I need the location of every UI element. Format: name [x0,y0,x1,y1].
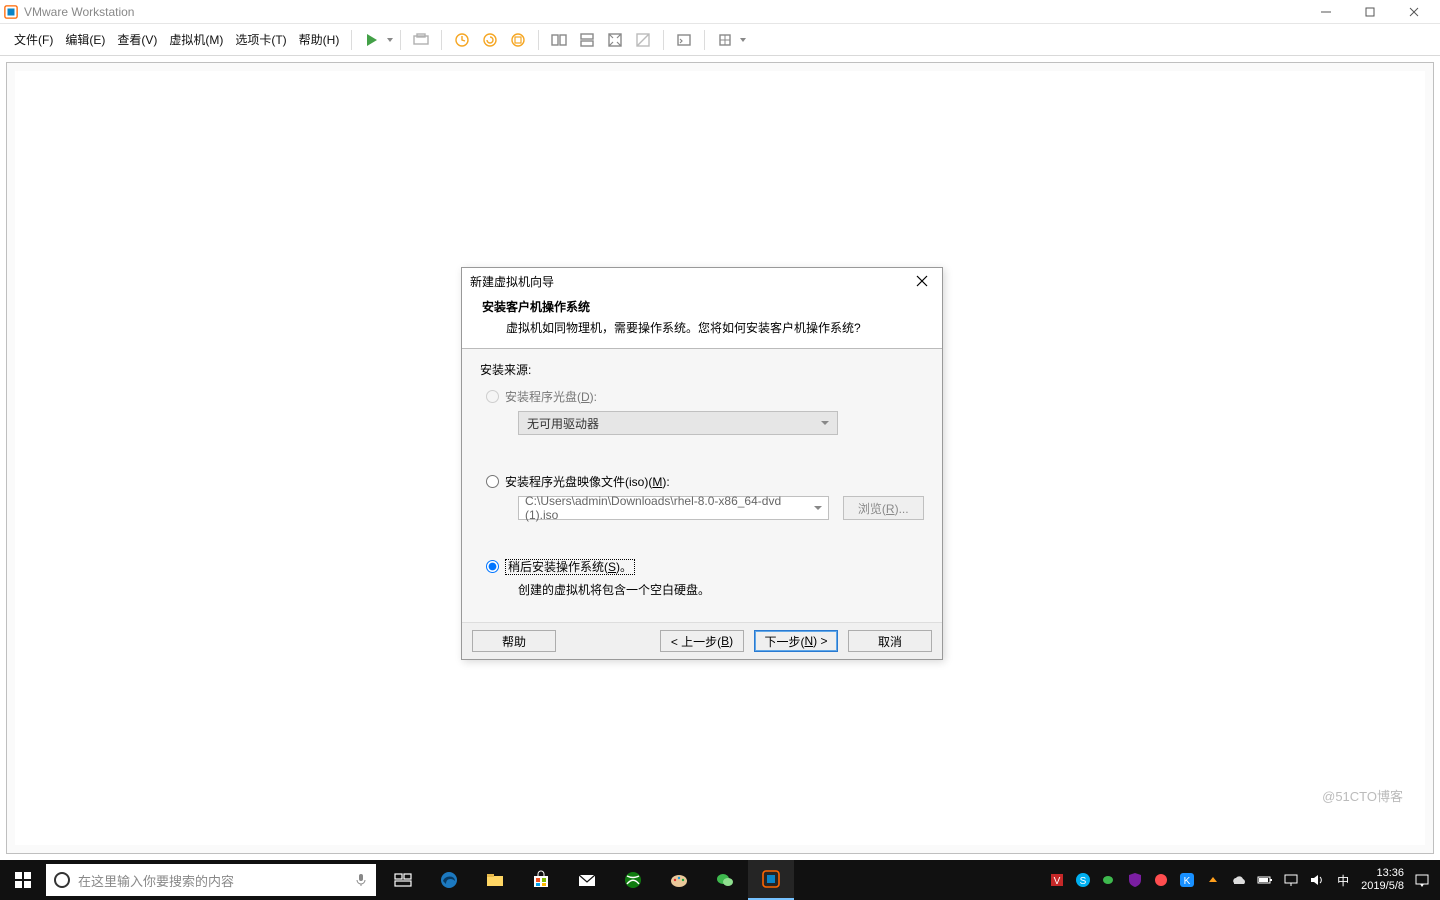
iso-path-combobox[interactable]: C:\Users\admin\Downloads\rhel-8.0-x86_64… [518,496,829,520]
taskbar-xbox[interactable] [610,860,656,900]
app-title: VMware Workstation [24,5,134,19]
install-source-label: 安装来源: [480,361,924,378]
taskbar-search-placeholder: 在这里输入你要搜索的内容 [78,871,354,890]
microphone-icon[interactable] [354,873,368,887]
option-install-later-label: 稍后安装操作系统(S)。 [505,558,635,575]
menu-file[interactable]: 文件(F) [8,31,59,48]
taskbar-wechat[interactable] [702,860,748,900]
task-view-button[interactable] [380,860,426,900]
option-install-later[interactable]: 稍后安装操作系统(S)。 [486,558,924,575]
taskbar-file-explorer[interactable] [472,860,518,900]
radio-iso-image[interactable] [486,475,499,488]
dialog-title: 新建虚拟机向导 [470,273,554,290]
back-button[interactable]: < 上一步(B) [660,630,744,652]
new-vm-wizard-dialog: 新建虚拟机向导 安装客户机操作系统 虚拟机如同物理机，需要操作系统。您将如何安装… [461,267,943,660]
menu-help[interactable]: 帮助(H) [293,31,346,48]
dialog-header: 安装客户机操作系统 虚拟机如同物理机，需要操作系统。您将如何安装客户机操作系统? [462,294,942,349]
tray-security-icon[interactable] [1127,872,1143,888]
windows-logo-icon [15,872,31,888]
browse-button: 浏览(R)... [843,496,924,520]
dialog-footer: 帮助 < 上一步(B) 下一步(N) > 取消 [462,623,942,659]
system-tray: V S K 中 13:36 2019/5/8 [1049,867,1440,893]
drive-dropdown-value: 无可用驱动器 [527,415,599,432]
view-side-by-side-button[interactable] [547,28,571,52]
menubar: 文件(F) 编辑(E) 查看(V) 虚拟机(M) 选项卡(T) 帮助(H) [0,24,1440,56]
menu-edit[interactable]: 编辑(E) [59,31,111,48]
option-installer-disc[interactable]: 安装程序光盘(D): [486,388,924,405]
windows-taskbar: 在这里输入你要搜索的内容 V S K 中 13:36 2019/5/8 [0,860,1440,900]
vmware-icon [4,5,18,19]
console-view-button[interactable] [672,28,696,52]
snapshot-revert-button[interactable] [478,28,502,52]
svg-text:V: V [1054,876,1061,887]
menu-vm[interactable]: 虚拟机(M) [163,31,229,48]
snapshot-manager-button[interactable] [506,28,530,52]
dialog-header-subtitle: 虚拟机如同物理机，需要操作系统。您将如何安装客户机操作系统? [506,319,922,336]
tray-caret-icon[interactable] [1205,872,1221,888]
tray-volume-icon[interactable] [1309,872,1325,888]
start-button[interactable] [0,860,46,900]
taskbar-store[interactable] [518,860,564,900]
stretch-dropdown-icon[interactable] [739,36,747,44]
tray-action-center-icon[interactable] [1414,872,1430,888]
close-button[interactable] [1392,0,1436,24]
snapshot-take-button[interactable] [450,28,474,52]
tray-skype-icon[interactable]: S [1075,872,1091,888]
help-button[interactable]: 帮助 [472,630,556,652]
tray-wechat-icon[interactable] [1101,872,1117,888]
send-ctrl-alt-del-button[interactable] [409,28,433,52]
tray-ime[interactable]: 中 [1335,872,1351,888]
minimize-button[interactable] [1304,0,1348,24]
maximize-button[interactable] [1348,0,1392,24]
tray-onedrive-icon[interactable] [1231,872,1247,888]
iso-path-value: C:\Users\admin\Downloads\rhel-8.0-x86_64… [525,494,814,522]
option-installer-disc-label: 安装程序光盘(D): [505,388,597,405]
tray-app-icon[interactable]: V [1049,872,1065,888]
drive-dropdown: 无可用驱动器 [518,411,838,435]
chevron-down-icon [821,421,829,425]
tray-misc-icon[interactable] [1153,872,1169,888]
taskbar-mail[interactable] [564,860,610,900]
tray-network-icon[interactable] [1283,872,1299,888]
unity-button[interactable] [631,28,655,52]
menu-view[interactable]: 查看(V) [111,31,163,48]
stretch-guest-button[interactable] [713,28,737,52]
svg-text:S: S [1080,876,1087,887]
fullscreen-button[interactable] [603,28,627,52]
next-button[interactable]: 下一步(N) > [754,630,838,652]
install-later-note: 创建的虚拟机将包含一个空白硬盘。 [518,581,924,598]
taskbar-edge[interactable] [426,860,472,900]
titlebar: VMware Workstation [0,0,1440,24]
close-icon [916,275,928,287]
radio-installer-disc [486,390,499,403]
workspace: 新建虚拟机向导 安装客户机操作系统 虚拟机如同物理机，需要操作系统。您将如何安装… [6,62,1434,854]
tray-battery-icon[interactable] [1257,872,1273,888]
dialog-close-button[interactable] [910,269,934,293]
cancel-button[interactable]: 取消 [848,630,932,652]
taskbar-search[interactable]: 在这里输入你要搜索的内容 [46,864,376,896]
menu-tabs[interactable]: 选项卡(T) [229,31,292,48]
option-iso-image[interactable]: 安装程序光盘映像文件(iso)(M): [486,473,924,490]
view-stacked-button[interactable] [575,28,599,52]
tray-date: 2019/5/8 [1361,880,1404,893]
chevron-down-icon [814,506,822,510]
svg-text:K: K [1184,876,1191,887]
dialog-header-title: 安装客户机操作系统 [482,298,922,315]
radio-install-later[interactable] [486,560,499,573]
tray-k-icon[interactable]: K [1179,872,1195,888]
dialog-titlebar: 新建虚拟机向导 [462,268,942,294]
option-iso-image-label: 安装程序光盘映像文件(iso)(M): [505,473,670,490]
taskbar-vmware[interactable] [748,860,794,900]
taskbar-paint[interactable] [656,860,702,900]
tray-time: 13:36 [1361,867,1404,880]
play-dropdown-icon[interactable] [386,36,394,44]
play-button[interactable] [360,28,384,52]
cortana-icon [54,872,70,888]
dialog-body: 安装来源: 安装程序光盘(D): 无可用驱动器 安装程序光盘映像文件(iso)(… [462,349,942,623]
tray-clock[interactable]: 13:36 2019/5/8 [1361,867,1404,893]
